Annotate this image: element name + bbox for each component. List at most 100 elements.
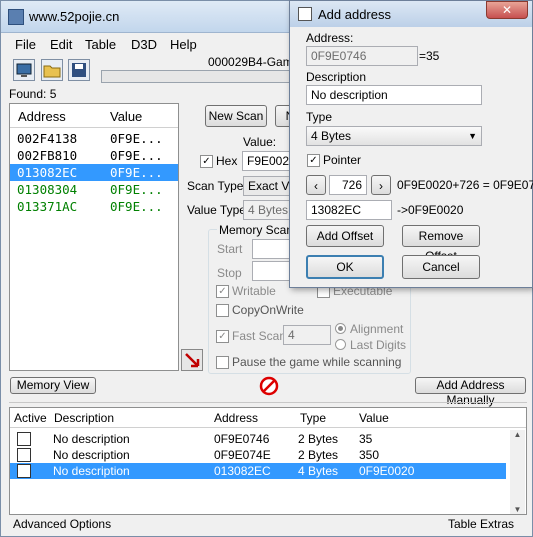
alignment-radio[interactable] — [335, 323, 346, 334]
start-label: Start — [217, 242, 243, 256]
red-arrow-icon — [185, 353, 200, 368]
value-label: Value: — [243, 135, 277, 149]
result-address: 01308304 — [17, 182, 78, 197]
base-address-result: ->0F9E0020 — [397, 203, 464, 217]
ok-button[interactable]: OK — [306, 255, 384, 279]
row-value: 0F9E0020 — [359, 464, 415, 478]
close-icon[interactable]: ✕ — [486, 1, 528, 19]
splitter[interactable] — [9, 402, 527, 403]
active-checkbox[interactable] — [17, 464, 31, 478]
add-address-manually-button[interactable]: Add Address Manually — [415, 377, 526, 407]
offset-decrease-button[interactable]: ‹ — [306, 175, 326, 195]
description-input[interactable]: No description — [306, 85, 482, 105]
address-table[interactable]: Active Description Address Type Value No… — [9, 407, 527, 515]
menu-table[interactable]: Table — [85, 37, 116, 52]
offset-increase-button[interactable]: › — [371, 175, 391, 195]
progress-bar — [101, 70, 301, 83]
table-row-selected[interactable]: No description 013082EC 4 Bytes 0F9E0020 — [10, 463, 506, 479]
app-icon — [8, 9, 24, 25]
type-select[interactable]: 4 Bytes ▼ — [306, 126, 482, 146]
results-header-value[interactable]: Value — [110, 109, 142, 124]
vertical-scrollbar[interactable]: ▲ ▼ — [510, 430, 525, 514]
result-row[interactable]: 002F4138 0F9E... — [10, 130, 178, 147]
address-input[interactable]: 0F9E0746 — [306, 46, 418, 66]
writable-label: Writable — [232, 284, 276, 298]
cancel-button[interactable]: Cancel — [402, 255, 480, 279]
no-entry-icon — [259, 376, 279, 396]
header-address[interactable]: Address — [214, 411, 258, 425]
menu-help[interactable]: Help — [170, 37, 197, 52]
base-address-input[interactable]: 13082EC — [306, 200, 392, 220]
pointer-checkbox[interactable]: ✓ — [307, 154, 320, 167]
memory-view-button[interactable]: Memory View — [10, 377, 96, 394]
table-row[interactable]: No description 0F9E0746 2 Bytes 35 — [10, 431, 506, 447]
results-header: Address Value — [10, 104, 178, 128]
table-extras[interactable]: Table Extras — [448, 517, 514, 531]
address-result: =35 — [419, 49, 440, 63]
header-active[interactable]: Active — [14, 411, 47, 425]
result-address: 013082EC — [17, 165, 78, 180]
result-value: 0F9E... — [110, 148, 163, 163]
row-value: 350 — [359, 448, 380, 462]
active-checkbox[interactable] — [17, 432, 31, 446]
copyonwrite-label: CopyOnWrite — [232, 303, 304, 317]
copyonwrite-checkbox[interactable] — [216, 304, 229, 317]
new-scan-button[interactable]: New Scan — [205, 105, 267, 127]
save-button[interactable] — [68, 59, 90, 81]
row-description: No description — [53, 432, 130, 446]
fast-scan-label: Fast Scan — [232, 329, 287, 343]
offset-input[interactable]: 726 — [329, 175, 367, 195]
dialog-body: Address: 0F9E0746 =35 Description No des… — [296, 27, 533, 283]
scan-type-label: Scan Type — [187, 179, 244, 193]
remove-offset-button[interactable]: Remove Offset — [402, 225, 480, 263]
pointer-label: Pointer — [323, 153, 362, 167]
header-type[interactable]: Type — [300, 411, 326, 425]
scroll-up-arrow-icon[interactable]: ▲ — [510, 430, 525, 439]
value-type-label: Value Type — [187, 203, 246, 217]
result-address: 002FB810 — [17, 148, 78, 163]
menu-edit[interactable]: Edit — [50, 37, 72, 52]
row-type: 2 Bytes — [298, 432, 339, 446]
header-value[interactable]: Value — [359, 411, 389, 425]
result-row[interactable]: 002FB810 0F9E... — [10, 147, 178, 164]
result-value: 0F9E... — [110, 131, 163, 146]
result-value: 0F9E... — [110, 165, 163, 180]
table-row[interactable]: No description 0F9E074E 2 Bytes 350 — [10, 447, 506, 463]
scroll-down-arrow-icon[interactable]: ▼ — [510, 505, 525, 514]
folder-icon — [43, 65, 61, 78]
add-to-list-button[interactable] — [181, 349, 203, 371]
row-address: 0F9E074E — [214, 448, 271, 462]
writable-checkbox[interactable]: ✓ — [216, 285, 229, 298]
row-type: 4 Bytes — [298, 464, 339, 478]
hex-checkbox[interactable]: ✓ — [200, 155, 213, 168]
type-select-value: 4 Bytes — [311, 129, 352, 143]
clear-list-button[interactable] — [259, 376, 279, 396]
open-process-button[interactable] — [13, 59, 35, 81]
result-row-selected[interactable]: 013082EC 0F9E... — [10, 164, 178, 181]
window-title: www.52pojie.cn — [29, 9, 120, 24]
scan-results-list[interactable]: Address Value 002F4138 0F9E... 002FB810 … — [9, 103, 179, 371]
fast-scan-input[interactable]: 4 — [283, 325, 331, 345]
menu-d3d[interactable]: D3D — [131, 37, 157, 52]
fast-scan-checkbox[interactable]: ✓ — [216, 330, 229, 343]
menu-file[interactable]: File — [15, 37, 36, 52]
alignment-label: Alignment — [350, 322, 404, 336]
add-offset-button[interactable]: Add Offset — [306, 225, 384, 247]
result-address: 013371AC — [17, 199, 78, 214]
status-bar: Advanced Options Table Extras — [1, 515, 533, 537]
results-header-address[interactable]: Address — [18, 109, 66, 124]
pause-game-checkbox[interactable] — [216, 356, 229, 369]
chevron-down-icon: ▼ — [468, 131, 477, 141]
add-address-dialog: Add address ✕ Address: 0F9E0746 =35 Desc… — [289, 0, 533, 288]
address-table-header: Active Description Address Type Value — [10, 408, 526, 428]
last-digits-radio[interactable] — [335, 339, 346, 350]
advanced-options[interactable]: Advanced Options — [13, 517, 111, 531]
stop-label: Stop — [217, 266, 242, 280]
open-file-button[interactable] — [41, 59, 63, 81]
result-row[interactable]: 01308304 0F9E... — [10, 181, 178, 198]
active-checkbox[interactable] — [17, 448, 31, 462]
result-row[interactable]: 013371AC 0F9E... — [10, 198, 178, 215]
header-description[interactable]: Description — [54, 411, 114, 425]
computer-icon — [16, 63, 32, 77]
row-value: 35 — [359, 432, 373, 446]
